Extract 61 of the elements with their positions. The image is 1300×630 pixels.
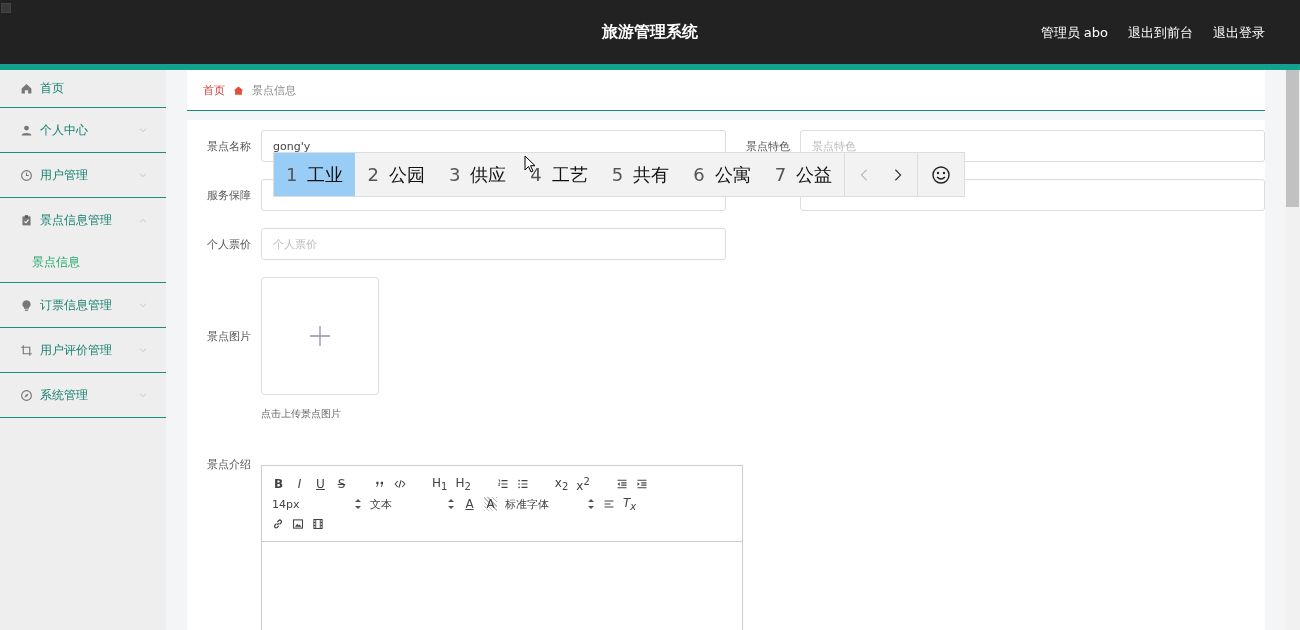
updown-icon	[354, 498, 362, 510]
format-button[interactable]: x$_{2}$	[554, 475, 569, 493]
field-label: 个人票价	[207, 237, 251, 251]
nav-item[interactable]: 用户管理	[0, 153, 166, 198]
format-button[interactable]: H$_{2}$	[455, 475, 471, 493]
nav-item[interactable]: 系统管理	[0, 373, 166, 418]
updown-icon	[447, 498, 455, 510]
nav-icon	[20, 168, 33, 182]
field-label: 景点名称	[207, 139, 251, 153]
nav-icon	[20, 298, 33, 312]
nav-item[interactable]: 首页	[0, 70, 166, 108]
nav-item[interactable]: 个人中心	[0, 108, 166, 153]
format-button[interactable]: U	[314, 477, 327, 491]
format-dropdown[interactable]: 标准字体	[505, 496, 595, 512]
nav-icon	[20, 123, 33, 137]
upload-hint: 点击上传景点图片	[261, 407, 341, 421]
nav-item[interactable]: 订票信息管理	[0, 283, 166, 328]
link-icon[interactable]	[272, 518, 284, 530]
format-button[interactable]: H$_{1}$	[432, 475, 448, 493]
header-link[interactable]: 退出登录	[1213, 24, 1265, 42]
indent-icon[interactable]	[635, 478, 648, 490]
nav-icon	[20, 388, 33, 402]
input-field[interactable]: 个人票价	[261, 228, 726, 260]
align-icon[interactable]	[603, 498, 615, 510]
scrollbar-thumb[interactable]	[1286, 70, 1299, 207]
breadcrumb-current: 景点信息	[252, 82, 296, 98]
format-button[interactable]: B	[272, 477, 285, 491]
nav-icon	[20, 82, 33, 95]
updown-icon	[587, 498, 595, 510]
ime-candidate[interactable]: 1 工业	[274, 153, 356, 196]
window-corner-icon	[1, 3, 11, 13]
format-dropdown[interactable]: 文本	[370, 496, 455, 512]
smiley-icon[interactable]	[932, 165, 951, 184]
user-link[interactable]: 管理员 abo	[1040, 24, 1108, 42]
nav-icon	[20, 343, 33, 357]
format-button[interactable]: T$_{x}$	[623, 495, 637, 513]
plus-icon	[310, 326, 330, 346]
header-link[interactable]: 退出到前台	[1128, 24, 1193, 42]
field-label: 景点图片	[207, 329, 251, 343]
field-label: 服务保障	[207, 188, 251, 202]
breadcrumb-link[interactable]: 首页	[203, 82, 225, 98]
format-button[interactable]: I	[293, 477, 306, 491]
nav-item[interactable]: 用户评价管理	[0, 328, 166, 373]
house-icon	[233, 84, 244, 96]
image-icon[interactable]	[292, 518, 304, 530]
field-label: 景点特色	[746, 139, 790, 153]
nav-item[interactable]: 景点信息管理	[0, 198, 166, 243]
format-button[interactable]: S	[335, 477, 348, 491]
app-title: 旅游管理系统	[602, 22, 698, 43]
format-dropdown[interactable]: 14px	[272, 497, 362, 511]
format-button[interactable]: x$^{2}$	[576, 475, 590, 493]
ordered-list-icon[interactable]	[496, 478, 509, 490]
bullet-list-icon[interactable]	[516, 478, 529, 490]
code-icon[interactable]	[394, 478, 406, 490]
film-icon[interactable]	[312, 518, 324, 530]
nav-icon	[20, 214, 33, 227]
rich-text-editor[interactable]: B I U S H$_{1}$ H$_{2}$ x$_{2}$ x$^{2}$ 14px 文本 A A 标准字体 T$_{x}$	[261, 465, 743, 630]
format-button[interactable]: A	[463, 497, 476, 511]
outdent-icon[interactable]	[615, 478, 628, 490]
format-button[interactable]: A	[484, 497, 497, 511]
field-label: 景点介绍	[207, 458, 251, 471]
